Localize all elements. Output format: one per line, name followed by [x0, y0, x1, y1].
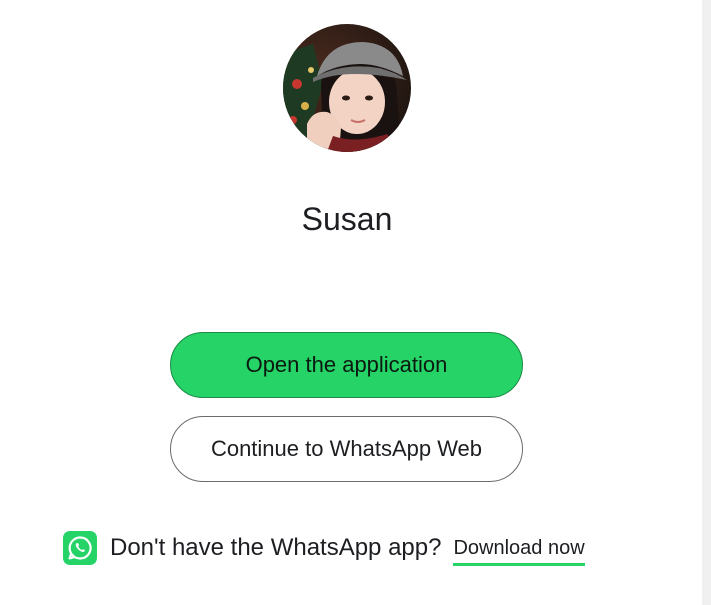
scrollbar-track[interactable] [702, 0, 711, 605]
download-now-link[interactable]: Download now [453, 537, 585, 566]
download-prompt-text: Don't have the WhatsApp app? [110, 534, 442, 561]
whatsapp-contact-page: Susan Open the application Continue to W… [0, 0, 711, 605]
continue-to-whatsapp-web-label: Continue to WhatsApp Web [210, 436, 483, 461]
download-prompt: Don't have the WhatsApp app? Download no… [63, 529, 585, 567]
open-application-button[interactable]: Open the application [170, 332, 523, 398]
continue-to-whatsapp-web-button[interactable]: Continue to WhatsApp Web [170, 416, 523, 482]
open-application-label: Open the application [245, 352, 448, 377]
whatsapp-icon [63, 531, 97, 565]
avatar [283, 24, 411, 152]
contact-name: Susan [301, 201, 393, 237]
profile-photo [283, 24, 411, 152]
